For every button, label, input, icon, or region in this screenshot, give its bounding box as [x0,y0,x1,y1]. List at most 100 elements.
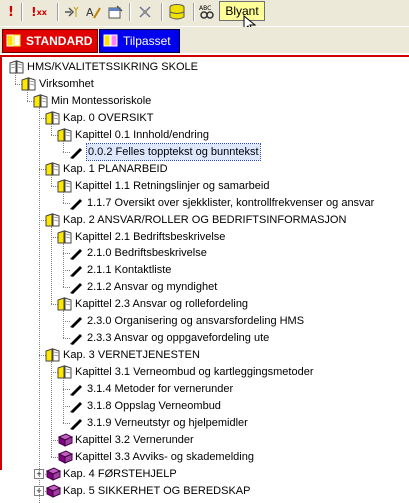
tree-guide-line [51,225,52,305]
tree-node[interactable]: Kapittel 3.3 Avviks- og skademelding [2,449,407,465]
pencil-icon [69,399,83,413]
book-open-icon [45,348,61,362]
tree-node-label[interactable]: Virksomhet [39,76,94,92]
tree-guide-line [63,140,64,152]
book-open-icon [45,212,61,227]
book-icon [9,60,25,74]
tree-node-label[interactable]: Min Montessoriskole [51,93,151,109]
tree-node-label[interactable]: Kapittel 0.1 Innhold/endring [75,127,209,143]
pencil-icon [69,246,83,261]
toolbar-separator [193,3,195,21]
tree-node[interactable]: Kap. 0 OVERSIKT [2,110,407,126]
tree-guide-line [63,191,64,203]
pencil-icon [69,196,83,210]
toolbar-separator [21,3,23,21]
svg-text:ABC: ABC [199,5,211,12]
toolbar-separator [57,3,59,21]
toolbar: ! ! xx A ABC Blyant [0,0,409,34]
tree-node-label[interactable]: Kap. 3 VERNETJENESTEN [63,347,200,363]
book-stack-icon [6,33,22,50]
tree-node-label[interactable]: 2.3.0 Organisering og ansvarsfordeling H… [87,313,304,329]
tree-node-label[interactable]: Kap. 0 OVERSIKT [63,110,153,126]
book-open-icon [57,178,73,193]
tree-node-label[interactable]: Kapittel 3.3 Avviks- og skademelding [75,449,254,465]
tree-node-label[interactable]: Kapittel 3.1 Verneombud og kartleggingsm… [75,364,314,380]
tree-node-label[interactable]: 1.1.7 Oversikt over sjekklister, kontrol… [87,195,374,211]
tree-node-label[interactable]: 2.3.3 Ansvar og oppgavefordeling ute [87,330,269,346]
pencil-icon [69,314,83,329]
tree-node-label[interactable]: Kap. 5 SIKKERHET OG BEREDSKAP [63,483,250,499]
pencil-icon [69,331,83,346]
tree-node[interactable]: Virksomhet [2,76,407,92]
tree-node-label[interactable]: 2.1.1 Kontaktliste [87,262,171,278]
tree-node[interactable]: + Kap. 4 FØRSTEHJELP [2,466,407,482]
tree-guide-line [39,490,40,503]
exclaim-double-x-icon[interactable]: ! xx [26,2,52,22]
edit-text-icon[interactable]: A [84,2,102,22]
tree-guide-line [51,123,52,135]
book-open-icon [21,77,37,91]
run-icon[interactable] [62,2,80,22]
book-closed-icon [45,484,62,498]
tree-node[interactable]: HMS/KVALITETSSIKRING SKOLE [2,59,407,75]
tree-guide-line [63,310,64,339]
pencil-icon [69,263,83,278]
toolbar-separator [129,3,131,21]
tree-node[interactable]: Kap. 1 PLANARBEID [2,161,407,177]
tab-tilpasset[interactable]: Tilpasset [99,29,180,53]
tree-node[interactable]: Kap. 3 VERNETJENESTEN [2,347,407,363]
tree-guide-line [51,174,52,186]
book-open-icon [33,94,49,108]
crossed-tool-icon[interactable] [136,2,154,22]
tree-node-label[interactable]: Kapittel 2.1 Bedriftsbeskrivelse [75,229,225,245]
tree-node-label[interactable]: 2.1.2 Ansvar og myndighet [87,279,217,295]
tree-node-label[interactable]: 2.1.0 Bedriftsbeskrivelse [87,245,207,261]
tree-guide-line [63,242,64,288]
tree-guide-line [27,89,28,101]
spellcheck-icon[interactable]: ABC [198,2,216,22]
tree-guide-line [63,378,64,423]
tree-node-label[interactable]: 3.1.8 Oppslag Verneombud [87,398,221,414]
tree-node-label[interactable]: 3.1.9 Verneutstyr og hjelpemidler [87,415,248,431]
tab-standard[interactable]: STANDARD [2,29,98,53]
book-closed-icon [57,433,74,447]
tree-node[interactable]: + Kap. 5 SIKKERHET OG BEREDSKAP [2,483,407,499]
pencil-icon [69,280,83,295]
book-open-icon [57,229,73,244]
tree-node-label[interactable]: HMS/KVALITETSSIKRING SKOLE [27,59,198,75]
book-stack-icon [103,33,119,50]
tree-node-label[interactable]: Kap. 1 PLANARBEID [63,161,168,177]
database-icon[interactable] [166,2,188,22]
svg-text:A: A [86,6,94,19]
tree-node-label[interactable]: 0.0.2 Felles topptekst og bunntekst [86,142,261,161]
pencil-icon [69,382,83,397]
tree-node-label[interactable]: Kapittel 3.2 Vernerunder [75,432,194,448]
book-closed-icon [57,450,74,464]
book-open-icon [57,297,73,311]
tree-node[interactable]: Min Montessoriskole [2,93,407,109]
tree-node-label[interactable]: 3.1.4 Metoder for vernerunder [87,381,233,397]
tree-node[interactable]: Kapittel 3.2 Vernerunder [2,432,407,448]
tree-guide-line [39,106,40,491]
book-open-icon [57,128,73,142]
tree-node-label[interactable]: Kap. 2 ANSVAR/ROLLER OG BEDRIFTSINFORMAS… [63,212,346,228]
toolbar-separator [161,3,163,21]
tab-bar: STANDARD Tilpasset [0,27,409,53]
pencil-icon [69,416,83,430]
tree-node-label[interactable]: Kapittel 1.1 Retningslinjer og samarbeid [75,178,269,194]
tree-guide-line [51,361,52,457]
pencil-icon [69,145,83,159]
properties-icon[interactable] [106,2,124,22]
book-open-icon [57,365,73,379]
tree-node-label[interactable]: Kap. 4 FØRSTEHJELP [63,466,177,482]
tree-guide-line [15,73,16,84]
exclaim-icon[interactable]: ! [4,2,18,22]
tree-node-label[interactable]: Kapittel 2.3 Ansvar og rollefordeling [75,296,248,312]
tab-label: STANDARD [26,34,93,48]
tree-node[interactable]: Kap. 2 ANSVAR/ROLLER OG BEDRIFTSINFORMAS… [2,212,407,228]
document-tree[interactable]: HMS/KVALITETSSIKRING SKOLE Virksomhet Min … [0,55,409,503]
book-open-icon [45,161,61,176]
tab-label: Tilpasset [123,34,171,48]
book-closed-icon [45,467,62,481]
book-open-icon [45,111,61,125]
